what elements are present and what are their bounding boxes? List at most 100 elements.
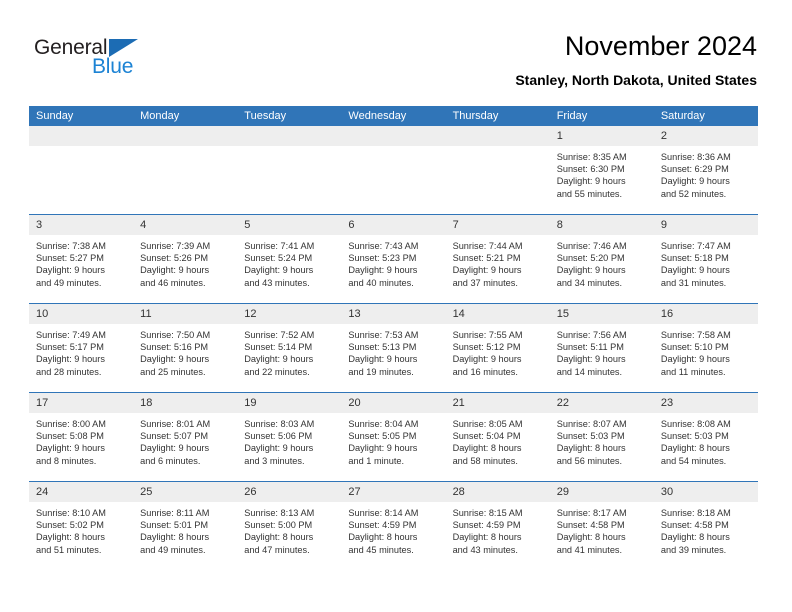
day-info-line: and 51 minutes. <box>36 544 102 555</box>
day-info-line: and 40 minutes. <box>348 277 414 288</box>
day-number: 9 <box>653 215 758 235</box>
page-title: November 2024 <box>564 31 757 61</box>
day-info-line: and 55 minutes. <box>556 188 623 199</box>
day-info-line: Sunset: 5:13 PM <box>348 342 417 353</box>
day-info-line: Sunset: 5:11 PM <box>556 342 624 353</box>
day-info-line: Sunset: 6:30 PM <box>556 164 625 175</box>
calendar-day-cell[interactable]: 25 Sunrise: 8:11 AM Sunset: 5:01 PM Dayligh… <box>133 481 238 570</box>
calendar-week-row: 3 Sunrise: 7:38 AM Sunset: 5:27 PM Daylight… <box>29 214 758 304</box>
day-sun-info: Sunrise: 8:15 AM Sunset: 4:59 PM Daylight:… <box>446 502 550 556</box>
calendar-day-cell[interactable]: 29 Sunrise: 8:17 AM Sunset: 4:58 PM Dayligh… <box>549 481 654 570</box>
calendar-day-cell[interactable]: 23 Sunrise: 8:08 AM Sunset: 5:03 PM Dayligh… <box>653 392 758 482</box>
day-info-line: Sunset: 5:06 PM <box>244 431 313 442</box>
day-number: 17 <box>29 393 134 413</box>
calendar-day-cell[interactable]: 3 Sunrise: 7:38 AM Sunset: 5:27 PM Daylight… <box>29 214 134 304</box>
calendar-day-cell[interactable]: 11 Sunrise: 7:50 AM Sunset: 5:16 PM Dayligh… <box>133 303 238 393</box>
day-sun-info: Sunrise: 7:39 AM Sunset: 5:26 PM Daylight:… <box>133 235 237 289</box>
weekday-header-saturday: Saturday <box>653 106 758 126</box>
calendar-day-cell[interactable]: 8 Sunrise: 7:46 AM Sunset: 5:20 PM Daylight… <box>549 214 654 304</box>
day-info-line: Sunset: 5:16 PM <box>140 342 209 353</box>
calendar-day-cell[interactable]: 20 Sunrise: 8:04 AM Sunset: 5:05 PM Dayligh… <box>341 392 446 482</box>
day-info-line: Daylight: 8 hours <box>452 532 522 543</box>
calendar-day-cell[interactable]: 5 Sunrise: 7:41 AM Sunset: 5:24 PM Daylight… <box>237 214 342 304</box>
day-info-line: Sunset: 4:58 PM <box>556 520 625 531</box>
calendar-day-cell[interactable]: 28 Sunrise: 8:15 AM Sunset: 4:59 PM Dayligh… <box>445 481 550 570</box>
calendar-day-cell[interactable]: 19 Sunrise: 8:03 AM Sunset: 5:06 PM Dayligh… <box>237 392 342 482</box>
day-number: 19 <box>237 393 342 413</box>
calendar-day-cell[interactable]: 7 Sunrise: 7:44 AM Sunset: 5:21 PM Daylight… <box>445 214 550 304</box>
day-info-line: Sunrise: 8:04 AM <box>348 419 419 429</box>
calendar-day-cell[interactable]: 18 Sunrise: 8:01 AM Sunset: 5:07 PM Dayligh… <box>133 392 238 482</box>
weekday-header-wednesday: Wednesday <box>341 106 446 126</box>
day-info-line: Sunset: 5:10 PM <box>660 342 729 353</box>
day-info-line: Sunset: 5:23 PM <box>348 253 417 264</box>
calendar-empty-cell <box>341 126 446 215</box>
calendar-day-cell[interactable]: 16 Sunrise: 7:58 AM Sunset: 5:10 PM Dayligh… <box>653 303 758 393</box>
day-number: 14 <box>445 304 550 324</box>
day-info-line: Sunrise: 7:38 AM <box>36 241 106 251</box>
day-info-line: and 41 minutes. <box>556 544 623 555</box>
day-info-line: Sunrise: 8:13 AM <box>244 508 315 518</box>
day-sun-info: Sunrise: 7:52 AM Sunset: 5:14 PM Daylight:… <box>237 324 341 378</box>
day-number: 18 <box>133 393 238 413</box>
day-number: 2 <box>653 126 758 146</box>
calendar-day-cell[interactable]: 14 Sunrise: 7:55 AM Sunset: 5:12 PM Dayligh… <box>445 303 550 393</box>
calendar-day-cell[interactable]: 4 Sunrise: 7:39 AM Sunset: 5:26 PM Daylight… <box>133 214 238 304</box>
day-info-line: Sunrise: 8:01 AM <box>140 419 211 429</box>
weekday-header-sunday: Sunday <box>29 106 134 126</box>
day-info-line: Sunrise: 7:43 AM <box>348 241 419 251</box>
day-sun-info: Sunrise: 8:10 AM Sunset: 5:02 PM Daylight:… <box>29 502 133 556</box>
calendar-day-cell[interactable]: 26 Sunrise: 8:13 AM Sunset: 5:00 PM Dayligh… <box>237 481 342 570</box>
day-number: 28 <box>445 482 550 502</box>
day-number <box>237 126 342 146</box>
day-info-line: and 43 minutes. <box>452 544 518 555</box>
day-info-line: and 14 minutes. <box>556 366 623 377</box>
calendar-day-cell[interactable]: 6 Sunrise: 7:43 AM Sunset: 5:23 PM Daylight… <box>341 214 446 304</box>
day-info-line: Sunset: 5:01 PM <box>140 520 209 531</box>
day-info-line: Daylight: 9 hours <box>140 443 210 454</box>
calendar-day-cell[interactable]: 27 Sunrise: 8:14 AM Sunset: 4:59 PM Dayligh… <box>341 481 446 570</box>
day-info-line: Daylight: 8 hours <box>452 443 522 454</box>
day-info-line: and 39 minutes. <box>660 544 727 555</box>
title-block: November 2024 Stanley, North Dakota, Uni… <box>515 30 757 90</box>
calendar-day-cell[interactable]: 9 Sunrise: 7:47 AM Sunset: 5:18 PM Daylight… <box>653 214 758 304</box>
day-info-line: Daylight: 8 hours <box>140 532 210 543</box>
calendar-table: Sunday Monday Tuesday Wednesday Thursday… <box>29 106 758 570</box>
calendar-day-cell[interactable]: 2 Sunrise: 8:36 AM Sunset: 6:29 PM Daylight… <box>653 126 758 215</box>
calendar-day-cell[interactable]: 21 Sunrise: 8:05 AM Sunset: 5:04 PM Dayligh… <box>445 392 550 482</box>
calendar-day-cell[interactable]: 24 Sunrise: 8:10 AM Sunset: 5:02 PM Dayligh… <box>29 481 134 570</box>
day-info-line: Daylight: 9 hours <box>244 265 314 276</box>
calendar-day-cell[interactable]: 13 Sunrise: 7:53 AM Sunset: 5:13 PM Dayligh… <box>341 303 446 393</box>
day-number: 1 <box>549 126 654 146</box>
day-info-line: Sunrise: 7:44 AM <box>452 241 523 251</box>
day-info-line: Sunrise: 7:39 AM <box>140 241 211 251</box>
day-info-line: Sunrise: 8:10 AM <box>36 508 106 518</box>
calendar-day-cell[interactable]: 22 Sunrise: 8:07 AM Sunset: 5:03 PM Dayligh… <box>549 392 654 482</box>
weekday-header-tuesday: Tuesday <box>237 106 342 126</box>
day-info-line: Daylight: 8 hours <box>556 532 626 543</box>
day-info-line: and 54 minutes. <box>660 455 727 466</box>
day-info-line: Sunrise: 7:46 AM <box>556 241 627 251</box>
calendar-day-cell[interactable]: 1 Sunrise: 8:35 AM Sunset: 6:30 PM Daylight… <box>549 126 654 215</box>
calendar-day-cell[interactable]: 12 Sunrise: 7:52 AM Sunset: 5:14 PM Dayligh… <box>237 303 342 393</box>
day-info-line: Sunrise: 8:11 AM <box>140 508 210 518</box>
day-info-line: Sunset: 5:03 PM <box>660 431 729 442</box>
day-number: 26 <box>237 482 342 502</box>
calendar-day-cell[interactable]: 30 Sunrise: 8:18 AM Sunset: 4:58 PM Dayligh… <box>653 481 758 570</box>
day-number: 7 <box>445 215 550 235</box>
day-info-line: and 45 minutes. <box>348 544 414 555</box>
day-info-line: Sunrise: 7:49 AM <box>36 330 106 340</box>
day-info-line: Daylight: 8 hours <box>244 532 314 543</box>
day-info-line: and 49 minutes. <box>140 544 206 555</box>
day-info-line: Sunset: 5:07 PM <box>140 431 209 442</box>
day-number: 6 <box>341 215 446 235</box>
day-info-line: Daylight: 9 hours <box>556 354 626 365</box>
calendar-day-cell[interactable]: 15 Sunrise: 7:56 AM Sunset: 5:11 PM Dayligh… <box>549 303 654 393</box>
day-info-line: Sunset: 5:18 PM <box>660 253 729 264</box>
calendar-day-cell[interactable]: 17 Sunrise: 8:00 AM Sunset: 5:08 PM Dayligh… <box>29 392 134 482</box>
day-number: 13 <box>341 304 446 324</box>
day-info-line: and 56 minutes. <box>556 455 623 466</box>
day-sun-info: Sunrise: 8:17 AM Sunset: 4:58 PM Daylight:… <box>550 502 654 556</box>
day-info-line: Sunrise: 7:47 AM <box>660 241 731 251</box>
calendar-day-cell[interactable]: 10 Sunrise: 7:49 AM Sunset: 5:17 PM Dayligh… <box>29 303 134 393</box>
